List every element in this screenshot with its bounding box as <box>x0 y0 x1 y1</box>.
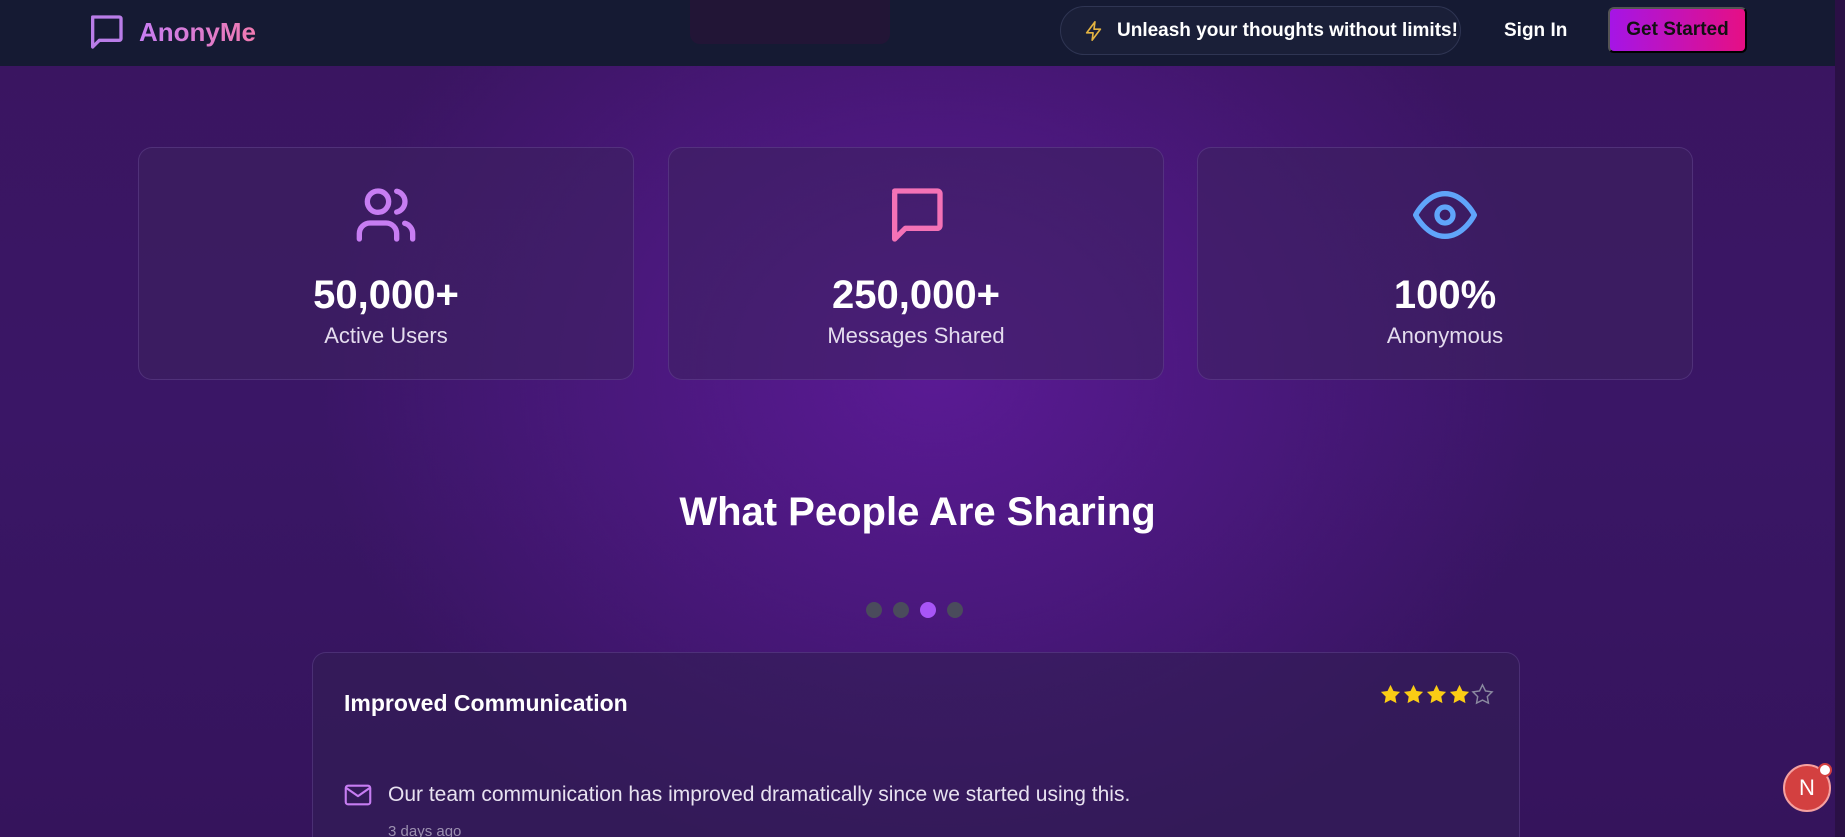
brand-name: AnonyMe <box>139 16 256 47</box>
star-filled-icon <box>1449 684 1470 704</box>
carousel-dots <box>866 602 963 618</box>
users-icon <box>356 188 416 242</box>
carousel-dot-3[interactable] <box>920 602 936 618</box>
notification-badge <box>1818 763 1832 777</box>
zap-icon <box>1085 20 1102 41</box>
message-square-icon <box>91 15 123 49</box>
brand-logo[interactable]: AnonyMe <box>85 12 256 52</box>
avatar-initial: N <box>1799 775 1815 800</box>
star-filled-icon <box>1403 684 1424 704</box>
stat-value: 250,000+ <box>832 273 1000 317</box>
carousel-dot-2[interactable] <box>893 602 909 618</box>
mail-icon <box>344 784 372 806</box>
star-filled-icon <box>1380 684 1401 704</box>
stat-label: Active Users <box>324 323 448 348</box>
message-square-icon <box>892 188 943 242</box>
tagline-pill: Unleash your thoughts without limits! <box>1060 6 1461 55</box>
stat-label: Anonymous <box>1386 323 1504 348</box>
testimonial-card: Improved Communication Our team communic… <box>312 652 1520 837</box>
testimonial-text: Our team communication has improved dram… <box>388 783 1131 806</box>
section-title: What People Are Sharing <box>679 490 1156 534</box>
scrollbar[interactable] <box>1835 0 1845 837</box>
sign-in-link[interactable]: Sign In <box>1504 20 1567 42</box>
testimonial-time: 3 days ago <box>388 823 462 837</box>
navbar: AnonyMe Unleash your thoughts without li… <box>0 0 1835 66</box>
background-hero-button-ghost <box>690 0 890 44</box>
floating-avatar-button[interactable]: N <box>1783 763 1832 812</box>
testimonial-title: Improved Communication <box>344 690 628 716</box>
tagline-text: Unleash your thoughts without limits! <box>1117 19 1458 41</box>
stat-value: 100% <box>1393 273 1497 317</box>
stat-value: 50,000+ <box>313 273 459 317</box>
star-rating <box>1379 683 1494 706</box>
get-started-button[interactable]: Get Started <box>1608 7 1747 53</box>
stat-card-messages: 250,000+ Messages Shared <box>668 147 1164 380</box>
star-filled-icon <box>1426 684 1447 704</box>
star-empty-icon <box>1471 683 1494 705</box>
stat-card-users: 50,000+ Active Users <box>138 147 634 380</box>
stat-card-anonymous: 100% Anonymous <box>1197 147 1693 380</box>
carousel-dot-1[interactable] <box>866 602 882 618</box>
eye-icon <box>1413 191 1477 239</box>
testimonial-message: Our team communication has improved dram… <box>344 783 1130 807</box>
carousel-dot-4[interactable] <box>947 602 963 618</box>
stat-label: Messages Shared <box>827 323 1005 348</box>
